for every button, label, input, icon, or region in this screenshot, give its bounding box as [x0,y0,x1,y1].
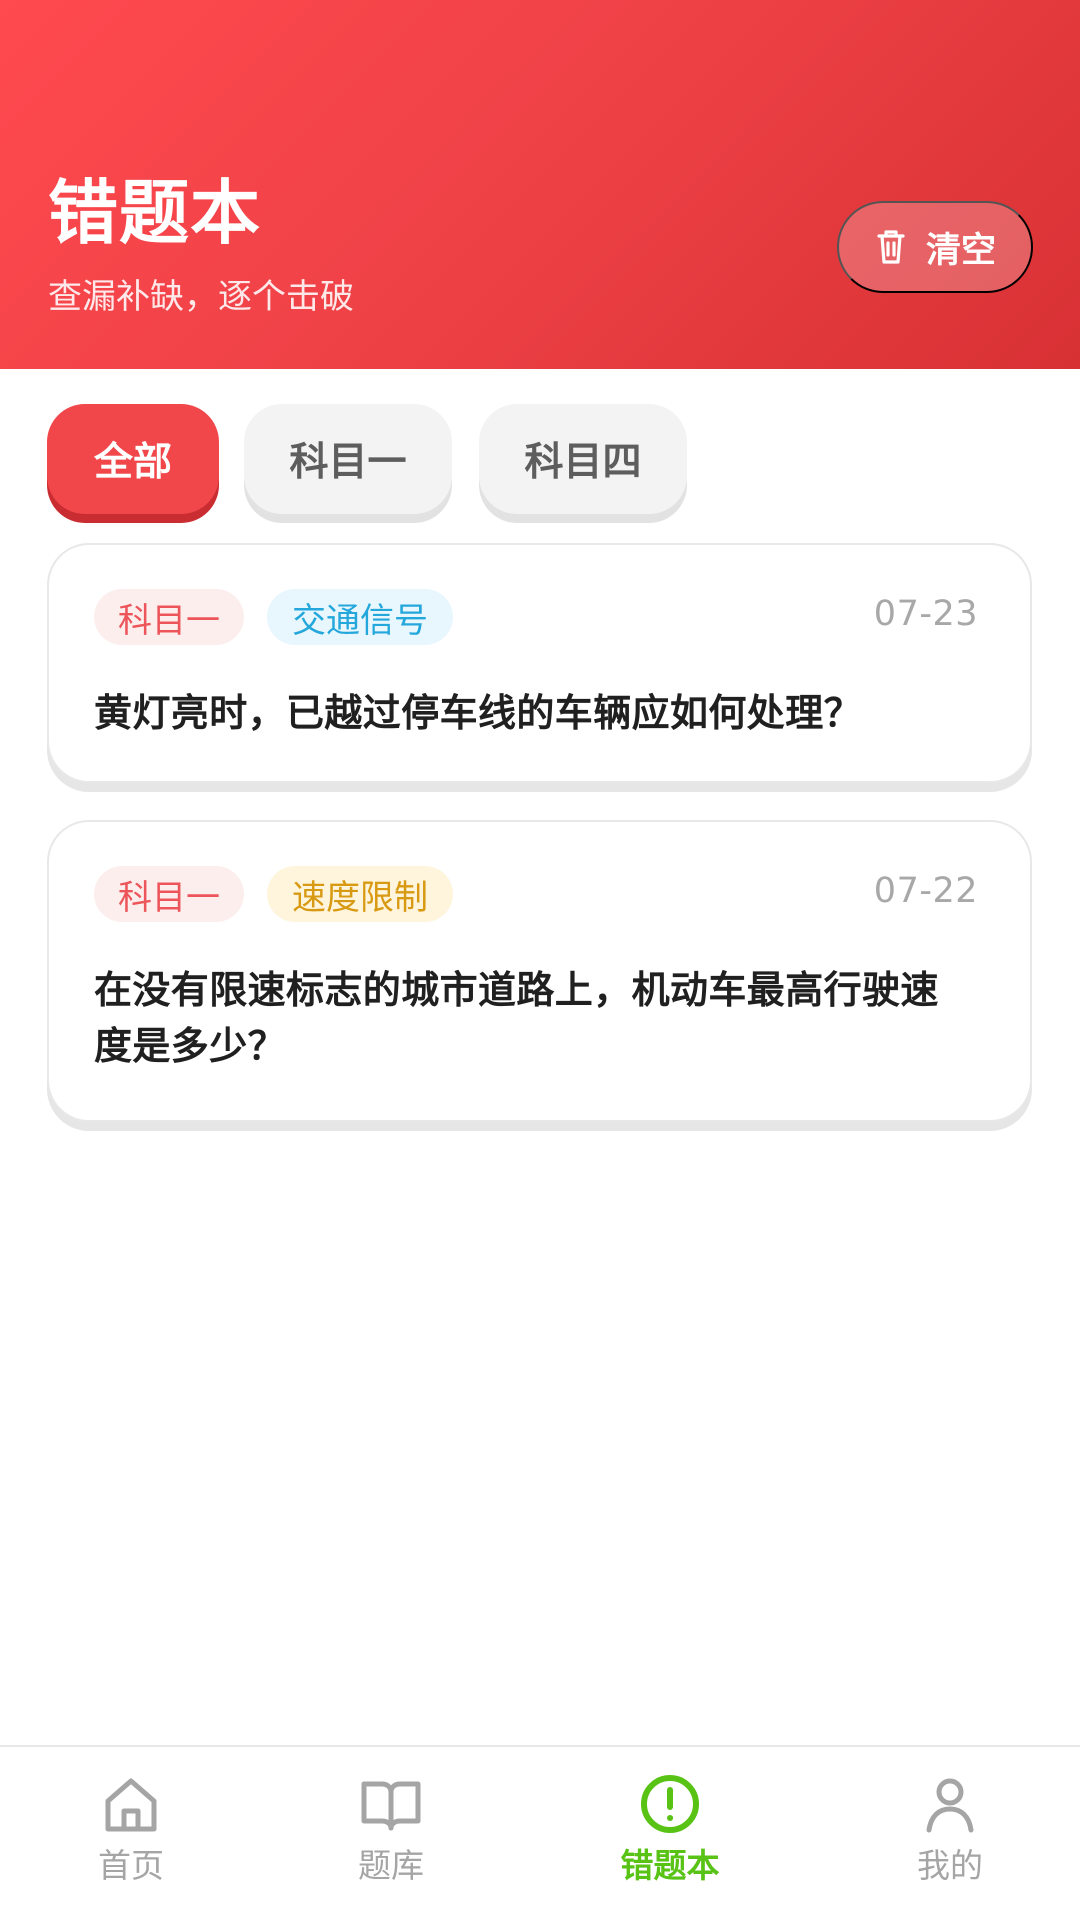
nav-home-label: 首页 [98,1846,164,1885]
question-date: 07-23 [873,594,978,634]
filter-tab-subject-one[interactable]: 科目一 [244,404,452,514]
subject-filter-tabs: 全部 科目一 科目四 [47,404,1047,518]
clear-button[interactable]: 清空 [837,201,1033,293]
wrong-question-card[interactable]: 科目一 交通信号 07-23 黄灯亮时，已越过停车线的车辆应如何处理？ [47,543,1032,783]
filter-tab-subject-four[interactable]: 科目四 [479,404,687,514]
topic-tag: 速度限制 [267,866,453,922]
home-icon [105,1778,157,1832]
alert-circle-icon [641,1775,699,1833]
nav-question-bank-label: 题库 [358,1846,424,1885]
bottom-navigation: 首页 题库 错题本 我的 [0,1745,1080,1920]
user-icon [926,1778,974,1833]
trash-icon [877,230,905,264]
wrong-question-card[interactable]: 科目一 速度限制 07-22 在没有限速标志的城市道路上，机动车最高行驶速度是多… [47,820,1032,1122]
question-date: 07-22 [873,871,978,911]
topic-tag: 交通信号 [267,589,453,645]
book-icon [361,1781,421,1831]
nav-wrong-book-label: 错题本 [620,1846,720,1885]
page-title: 错题本 [48,172,261,254]
nav-wrong-book[interactable]: 错题本 [590,1769,750,1899]
subject-tag: 科目一 [94,589,244,645]
clear-button-label: 清空 [925,230,996,270]
header: 错题本 查漏补缺，逐个击破 清空 [0,0,1080,369]
filter-tab-all[interactable]: 全部 [47,404,219,514]
nav-mine-label: 我的 [917,1846,983,1885]
subject-tag: 科目一 [94,866,244,922]
question-text: 黄灯亮时，已越过停车线的车辆应如何处理？ [94,691,863,735]
nav-mine[interactable]: 我的 [870,1769,1030,1899]
wrong-question-book-screen: 错题本 查漏补缺，逐个击破 清空 全部 科目一 科目四 科目一 交通信号 07-… [0,0,1080,1920]
nav-home[interactable]: 首页 [51,1769,211,1899]
question-text: 在没有限速标志的城市道路上，机动车最高行驶速度是多少？ [94,968,939,1068]
nav-question-bank[interactable]: 题库 [311,1769,471,1899]
page-subtitle: 查漏补缺，逐个击破 [48,277,354,317]
